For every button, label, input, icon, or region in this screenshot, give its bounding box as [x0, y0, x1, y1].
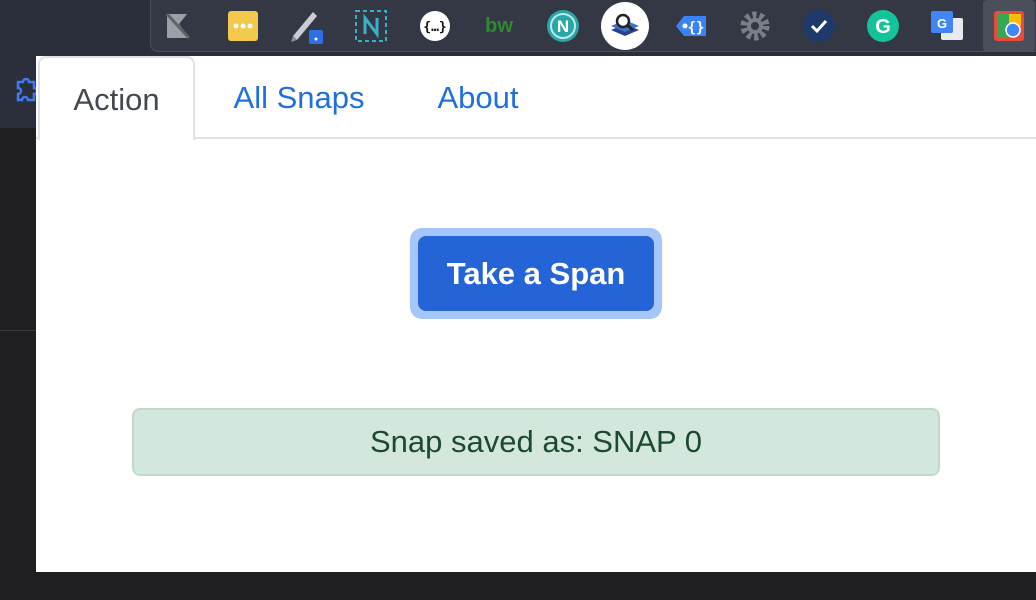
- status-alert: Snap saved as: SNAP 0: [132, 408, 940, 476]
- json-braces-extension-icon[interactable]: {…}: [415, 6, 455, 46]
- n-label: N: [557, 17, 569, 36]
- extensions-bar: {…} bw N {} G G: [150, 0, 1036, 52]
- svg-text:{…}: {…}: [423, 20, 446, 35]
- pen-extension-icon[interactable]: [287, 6, 327, 46]
- status-message: Snap saved as: SNAP 0: [369, 424, 703, 459]
- puzzle-icon[interactable]: [14, 76, 39, 102]
- tab-bar: Action All Snaps About: [36, 56, 1036, 141]
- dots-extension-icon[interactable]: [223, 6, 263, 46]
- page-background: [36, 572, 1036, 600]
- tab-about[interactable]: About: [428, 56, 528, 139]
- tab-action[interactable]: Action: [38, 56, 195, 141]
- bookmark-extension-icon[interactable]: [159, 6, 199, 46]
- tab-all-snaps[interactable]: All Snaps: [224, 56, 374, 139]
- grammarly-label: G: [875, 16, 891, 38]
- search-layers-extension-icon[interactable]: [601, 2, 649, 50]
- bw-extension-icon[interactable]: bw: [479, 6, 519, 46]
- n-circle-extension-icon[interactable]: N: [543, 6, 583, 46]
- tag-extension-icon[interactable]: {}: [671, 6, 711, 46]
- active-extension-icon[interactable]: [983, 0, 1035, 52]
- svg-text:{}: {}: [688, 20, 705, 36]
- bw-label: bw: [485, 15, 513, 37]
- divider: [0, 330, 36, 331]
- gear-extension-icon[interactable]: [735, 6, 775, 46]
- translate-label: G: [937, 16, 947, 31]
- n-frame-extension-icon[interactable]: [351, 6, 391, 46]
- take-a-span-button[interactable]: Take a Span: [418, 236, 654, 311]
- translate-extension-icon[interactable]: G: [927, 6, 967, 46]
- extension-popup: Action All Snaps About Take a Span Snap …: [36, 56, 1036, 572]
- grammarly-extension-icon[interactable]: G: [863, 6, 903, 46]
- check-extension-icon[interactable]: [799, 6, 839, 46]
